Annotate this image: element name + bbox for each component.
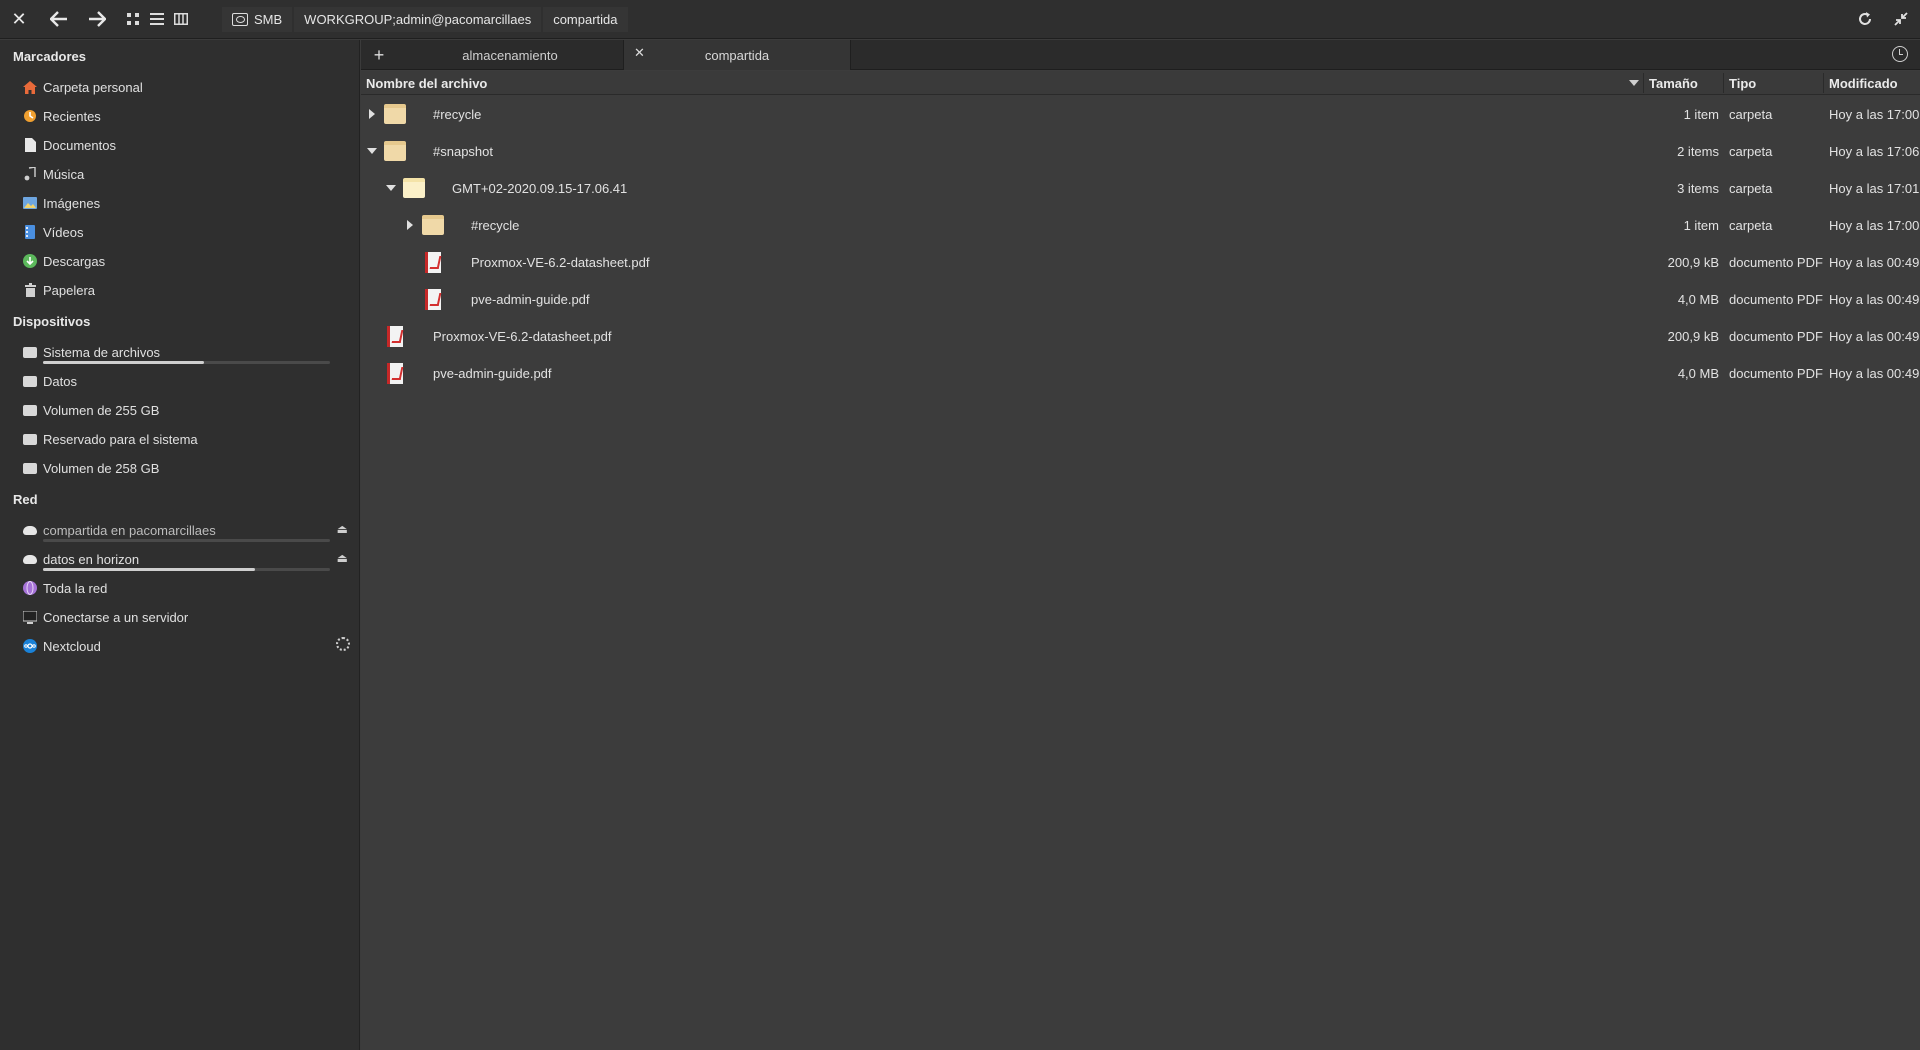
- column-header: Nombre del archivo Tamaño Tipo Modificad…: [361, 71, 1920, 95]
- table-row[interactable]: #snapshot 2 items carpeta Hoy a las 17:0…: [361, 133, 1920, 170]
- expand-arrow-icon[interactable]: [407, 220, 413, 230]
- table-row[interactable]: #recycle 1 item carpeta Hoy a las 17:00: [361, 207, 1920, 244]
- table-row[interactable]: pve-admin-guide.pdf 4,0 MB documento PDF…: [361, 281, 1920, 318]
- breadcrumb-smb[interactable]: SMB: [222, 7, 293, 32]
- collapse-arrow-icon[interactable]: [386, 185, 396, 191]
- nextcloud-icon: [22, 638, 38, 654]
- sidebar: Marcadores Carpeta personal Recientes Do…: [0, 40, 360, 1050]
- drive-icon: [22, 460, 38, 476]
- pdf-file-icon: [387, 363, 403, 384]
- list-view-icon[interactable]: [148, 11, 166, 27]
- breadcrumb-workgroup[interactable]: WORKGROUP;admin@pacomarcillaes: [294, 7, 542, 32]
- sidebar-item-documents[interactable]: Documentos: [22, 133, 358, 157]
- tab-compartida[interactable]: ✕ compartida: [623, 40, 851, 70]
- folder-open-icon: [403, 178, 425, 198]
- sidebar-item-filesystem[interactable]: Sistema de archivos: [22, 340, 358, 364]
- close-icon[interactable]: ✕: [8, 8, 30, 30]
- network-globe-icon: [22, 580, 38, 596]
- close-tab-icon[interactable]: ✕: [634, 45, 645, 61]
- sort-descending-icon[interactable]: [1629, 80, 1639, 86]
- sidebar-item-videos[interactable]: Vídeos: [22, 220, 358, 244]
- collapse-arrow-icon[interactable]: [367, 148, 377, 154]
- headerbar: ✕ SMB WORKGROUP;admin@pacomarcillaes com…: [0, 0, 1920, 39]
- history-icon[interactable]: [1892, 46, 1908, 62]
- column-type[interactable]: Tipo: [1729, 71, 1756, 95]
- main-view: + almacenamiento ✕ compartida Nombre del…: [361, 40, 1920, 1050]
- reload-icon[interactable]: [1854, 8, 1876, 30]
- recent-icon: [22, 108, 38, 124]
- sidebar-item-compartida[interactable]: compartida en pacomarcillaes ⏏: [22, 518, 358, 542]
- sidebar-item-trash[interactable]: Papelera: [22, 278, 358, 302]
- downloads-icon: [22, 253, 38, 269]
- restore-window-icon[interactable]: [1890, 8, 1912, 30]
- videos-icon: [22, 224, 38, 240]
- sidebar-item-home[interactable]: Carpeta personal: [22, 75, 358, 99]
- column-name[interactable]: Nombre del archivo: [366, 71, 487, 95]
- cloud-icon: [22, 551, 38, 567]
- section-devices: Dispositivos: [13, 314, 91, 329]
- pdf-file-icon: [425, 252, 441, 273]
- pdf-file-icon: [387, 326, 403, 347]
- breadcrumb: SMB WORKGROUP;admin@pacomarcillaes compa…: [222, 7, 628, 32]
- usage-bar: [43, 568, 330, 571]
- grid-view-icon[interactable]: [124, 11, 142, 27]
- trash-icon: [22, 282, 38, 298]
- sidebar-item-recent[interactable]: Recientes: [22, 104, 358, 128]
- sidebar-item-connect-server[interactable]: Conectarse a un servidor: [22, 605, 358, 629]
- table-row[interactable]: pve-admin-guide.pdf 4,0 MB documento PDF…: [361, 355, 1920, 392]
- eject-icon[interactable]: ⏏: [337, 551, 348, 565]
- drive-icon: [22, 402, 38, 418]
- network-drive-icon: [232, 13, 248, 26]
- tab-almacenamiento[interactable]: almacenamiento: [397, 40, 623, 70]
- folder-icon: [422, 215, 444, 235]
- sidebar-item-music[interactable]: Música: [22, 162, 358, 186]
- drive-icon: [22, 431, 38, 447]
- eject-icon[interactable]: ⏏: [337, 522, 348, 536]
- cloud-icon: [22, 522, 38, 538]
- sidebar-item-nextcloud[interactable]: Nextcloud: [22, 634, 358, 658]
- sidebar-item-pictures[interactable]: Imágenes: [22, 191, 358, 215]
- pdf-file-icon: [425, 289, 441, 310]
- new-tab-icon[interactable]: +: [369, 44, 389, 66]
- sidebar-item-reserved[interactable]: Reservado para el sistema: [22, 427, 358, 451]
- drive-icon: [22, 344, 38, 360]
- music-icon: [22, 166, 38, 182]
- document-icon: [22, 137, 38, 153]
- table-row[interactable]: #recycle 1 item carpeta Hoy a las 17:00: [361, 96, 1920, 133]
- usage-bar: [43, 539, 330, 542]
- breadcrumb-compartida[interactable]: compartida: [543, 7, 628, 32]
- drive-icon: [22, 373, 38, 389]
- forward-arrow-icon[interactable]: [84, 8, 110, 30]
- back-arrow-icon[interactable]: [46, 8, 72, 30]
- home-icon: [22, 79, 38, 95]
- sidebar-item-downloads[interactable]: Descargas: [22, 249, 358, 273]
- sidebar-item-volume-258[interactable]: Volumen de 258 GB: [22, 456, 358, 480]
- usage-bar: [43, 361, 330, 364]
- sidebar-item-volume-255[interactable]: Volumen de 255 GB: [22, 398, 358, 422]
- column-modified[interactable]: Modificado: [1829, 71, 1898, 95]
- pictures-icon: [22, 195, 38, 211]
- table-row[interactable]: Proxmox-VE-6.2-datasheet.pdf 200,9 kB do…: [361, 318, 1920, 355]
- section-network: Red: [13, 492, 38, 507]
- loading-spinner-icon: [336, 637, 350, 651]
- table-row[interactable]: Proxmox-VE-6.2-datasheet.pdf 200,9 kB do…: [361, 244, 1920, 281]
- expand-arrow-icon[interactable]: [369, 109, 375, 119]
- sidebar-item-horizon[interactable]: datos en horizon ⏏: [22, 547, 358, 571]
- section-bookmarks: Marcadores: [13, 49, 86, 64]
- folder-icon: [384, 104, 406, 124]
- monitor-icon: [22, 609, 38, 625]
- sidebar-item-datos[interactable]: Datos: [22, 369, 358, 393]
- table-row[interactable]: GMT+02-2020.09.15-17.06.41 3 items carpe…: [361, 170, 1920, 207]
- tab-bar: + almacenamiento ✕ compartida: [361, 40, 1920, 70]
- column-view-icon[interactable]: [172, 11, 190, 27]
- column-size[interactable]: Tamaño: [1649, 71, 1698, 95]
- sidebar-item-whole-network[interactable]: Toda la red: [22, 576, 358, 600]
- folder-icon: [384, 141, 406, 161]
